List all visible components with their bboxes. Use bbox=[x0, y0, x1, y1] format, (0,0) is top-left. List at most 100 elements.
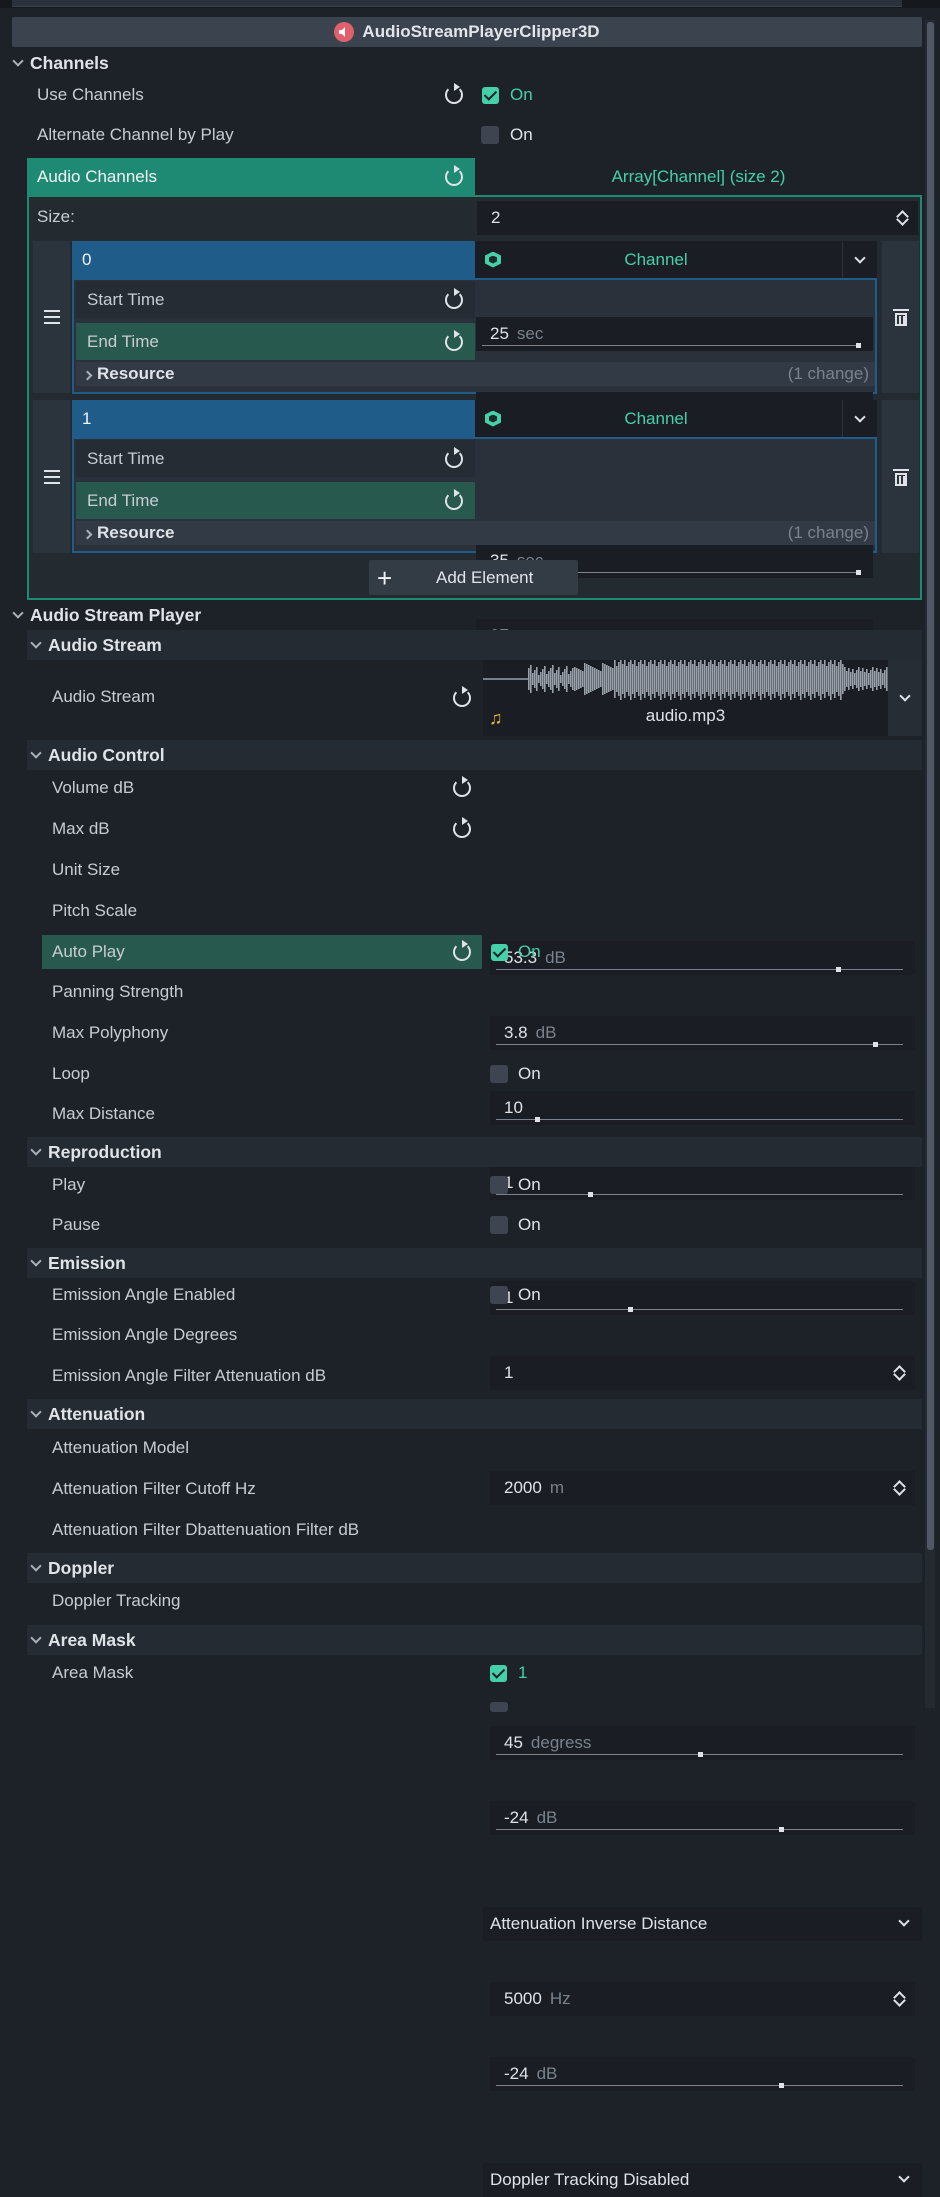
chevron-right-icon bbox=[82, 529, 93, 540]
property-pitch-scale[interactable]: Pitch Scale bbox=[40, 892, 922, 930]
property-loop[interactable]: Loop On bbox=[40, 1055, 922, 1093]
field-value: 45 bbox=[504, 1733, 523, 1752]
audio-stream-menu-button[interactable] bbox=[888, 660, 922, 736]
doppler-tracking-dropdown[interactable]: Doppler Tracking Disabled bbox=[483, 2163, 922, 2197]
property-area-mask[interactable]: Area Mask 1 bbox=[40, 1654, 922, 1692]
checkbox-unchecked[interactable] bbox=[481, 126, 499, 144]
property-emission-angle-enabled[interactable]: Emission Angle Enabled On bbox=[40, 1276, 922, 1314]
property-attenuation-filter-db[interactable]: Attenuation Filter Dbattenuation Filter … bbox=[40, 1511, 922, 1549]
slider-track[interactable] bbox=[496, 1827, 903, 1832]
group-label: Emission bbox=[48, 1252, 126, 1273]
group-emission[interactable]: Emission bbox=[27, 1248, 922, 1278]
slider-track[interactable] bbox=[496, 2083, 903, 2088]
property-volume-db[interactable]: Volume dB bbox=[40, 769, 922, 807]
checkbox-checked[interactable] bbox=[490, 1664, 507, 1682]
auto-play-value[interactable]: On bbox=[483, 933, 922, 971]
drag-handle-0[interactable] bbox=[33, 241, 70, 393]
slider-knob[interactable] bbox=[856, 570, 861, 575]
property-play[interactable]: Play On bbox=[40, 1166, 922, 1204]
property-label: Volume dB bbox=[52, 778, 135, 797]
revert-icon[interactable] bbox=[445, 167, 463, 186]
section-audio-stream-player[interactable]: Audio Stream Player bbox=[12, 600, 924, 630]
group-area-mask[interactable]: Area Mask bbox=[27, 1625, 922, 1655]
spin-arrows-icon[interactable] bbox=[893, 1990, 905, 2008]
audio-file-name: audio.mp3 bbox=[645, 706, 726, 725]
property-end-time-0[interactable]: End Time bbox=[76, 323, 475, 360]
property-label: Pitch Scale bbox=[52, 901, 138, 920]
property-emission-filter-attenuation[interactable]: Emission Angle Filter Attenuation dB bbox=[40, 1357, 922, 1395]
group-reproduction[interactable]: Reproduction bbox=[27, 1137, 922, 1167]
property-start-time-0[interactable]: Start Time bbox=[76, 281, 475, 318]
checkbox-checked[interactable] bbox=[491, 943, 508, 961]
slider-track[interactable] bbox=[496, 1752, 903, 1757]
property-label: Doppler Tracking bbox=[52, 1591, 181, 1610]
revert-icon[interactable] bbox=[453, 943, 471, 961]
checkbox-unchecked[interactable] bbox=[490, 1065, 508, 1083]
revert-icon[interactable] bbox=[445, 86, 463, 104]
property-audio-channels[interactable]: Audio Channels bbox=[27, 158, 475, 195]
property-attenuation-cutoff[interactable]: Attenuation Filter Cutoff Hz bbox=[40, 1470, 922, 1508]
emission-angle-degrees-field[interactable]: 45 degress bbox=[490, 1726, 915, 1760]
resource-group-0[interactable]: Resource (1 change) bbox=[76, 362, 875, 386]
checkbox-unchecked[interactable] bbox=[490, 1702, 508, 1712]
emission-filter-attenuation-field[interactable]: -24 dB bbox=[490, 1801, 915, 1835]
group-attenuation[interactable]: Attenuation bbox=[27, 1399, 922, 1429]
property-use-channels[interactable]: Use Channels On bbox=[25, 76, 925, 114]
property-doppler-tracking[interactable]: Doppler Tracking bbox=[40, 1582, 922, 1620]
dropdown-value: Attenuation Inverse Distance bbox=[490, 1914, 708, 1933]
revert-icon[interactable] bbox=[445, 290, 463, 309]
property-panning-strength[interactable]: Panning Strength bbox=[40, 973, 922, 1011]
resource-menu-button[interactable] bbox=[842, 400, 877, 437]
spin-arrows-icon[interactable] bbox=[896, 209, 908, 227]
audio-stream-preview[interactable]: ♫ audio.mp3 bbox=[483, 660, 888, 736]
attenuation-model-dropdown[interactable]: Attenuation Inverse Distance bbox=[483, 1907, 922, 1941]
checkbox-unchecked[interactable] bbox=[490, 1216, 508, 1234]
remove-element-button-1[interactable] bbox=[882, 400, 919, 553]
revert-icon[interactable] bbox=[445, 449, 463, 468]
property-label: Attenuation Filter Dbattenuation Filter … bbox=[52, 1520, 360, 1539]
checkbox-unchecked[interactable] bbox=[490, 1176, 508, 1194]
group-doppler[interactable]: Doppler bbox=[27, 1553, 922, 1583]
revert-icon[interactable] bbox=[453, 820, 471, 838]
property-attenuation-model[interactable]: Attenuation Model bbox=[40, 1429, 922, 1467]
drag-handle-1[interactable] bbox=[33, 400, 70, 553]
add-element-label: Add Element bbox=[436, 567, 534, 587]
revert-icon[interactable] bbox=[445, 332, 463, 351]
property-start-time-1[interactable]: Start Time bbox=[76, 440, 475, 477]
property-end-time-1[interactable]: End Time bbox=[76, 482, 475, 519]
checkbox-unchecked[interactable] bbox=[490, 1286, 508, 1304]
revert-icon[interactable] bbox=[445, 491, 463, 510]
slider-knob[interactable] bbox=[856, 343, 861, 348]
slider-knob[interactable] bbox=[778, 2083, 784, 2088]
group-audio-control[interactable]: Audio Control bbox=[27, 740, 922, 770]
resource-group-1[interactable]: Resource (1 change) bbox=[76, 521, 875, 545]
slider-track[interactable] bbox=[482, 343, 861, 348]
attenuation-cutoff-spinbox[interactable]: 5000 Hz bbox=[490, 1982, 915, 2016]
resource-type: Channel bbox=[624, 249, 688, 269]
scrollbar-thumb[interactable] bbox=[927, 22, 934, 1550]
property-alternate-channel[interactable]: Alternate Channel by Play On bbox=[25, 116, 925, 154]
property-pause[interactable]: Pause On bbox=[40, 1206, 922, 1244]
property-auto-play[interactable]: Auto Play bbox=[42, 935, 482, 969]
resource-picker-0[interactable]: Channel bbox=[475, 241, 877, 278]
start-time-field-0[interactable]: 25 sec bbox=[476, 317, 873, 351]
size-spinbox[interactable]: 2 bbox=[477, 201, 918, 235]
slider-knob[interactable] bbox=[697, 1752, 703, 1757]
checkbox-checked[interactable] bbox=[482, 86, 499, 104]
revert-icon[interactable] bbox=[453, 779, 471, 797]
property-unit-size[interactable]: Unit Size bbox=[40, 851, 922, 889]
group-audio-stream[interactable]: Audio Stream bbox=[27, 630, 922, 660]
remove-element-button-0[interactable] bbox=[882, 241, 919, 393]
array-editor-toggle[interactable]: Array[Channel] (size 2) bbox=[475, 158, 922, 195]
resource-menu-button[interactable] bbox=[842, 241, 877, 278]
slider-knob[interactable] bbox=[778, 1827, 784, 1832]
property-max-db[interactable]: Max dB bbox=[40, 810, 922, 848]
revert-icon[interactable] bbox=[453, 689, 471, 707]
property-max-polyphony[interactable]: Max Polyphony bbox=[40, 1014, 922, 1052]
property-emission-angle-degrees[interactable]: Emission Angle Degrees bbox=[40, 1316, 922, 1354]
resource-picker-1[interactable]: Channel bbox=[475, 400, 877, 437]
section-channels[interactable]: Channels bbox=[12, 48, 924, 78]
attenuation-filter-db-field[interactable]: -24 dB bbox=[490, 2057, 915, 2091]
property-max-distance[interactable]: Max Distance bbox=[40, 1095, 922, 1133]
add-element-button[interactable]: + Add Element bbox=[369, 560, 578, 595]
